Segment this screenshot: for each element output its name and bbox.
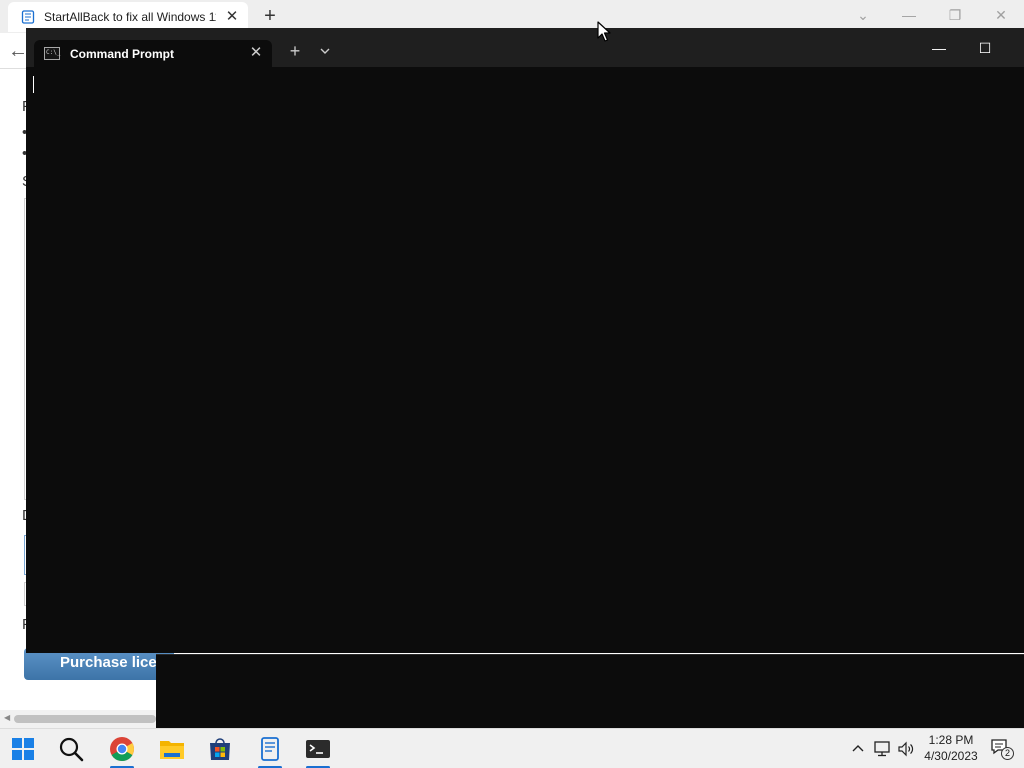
terminal-window: C:\_ Command Prompt ✕ + — ☐ bbox=[26, 28, 1024, 653]
taskbar-store[interactable] bbox=[200, 729, 240, 768]
taskbar: 1:28 PM 4/30/2023 2 bbox=[0, 728, 1024, 768]
scrollbar-thumb[interactable] bbox=[14, 715, 156, 723]
start-icon bbox=[12, 738, 34, 760]
browser-tab-list-button[interactable]: ⌄ bbox=[848, 5, 878, 25]
search-button[interactable] bbox=[51, 729, 91, 768]
command-prompt-icon-text: C:\_ bbox=[46, 49, 61, 56]
terminal-tab[interactable]: C:\_ Command Prompt ✕ bbox=[34, 40, 272, 67]
terminal-new-tab-button[interactable]: + bbox=[284, 40, 306, 62]
notification-center-button[interactable]: 2 bbox=[990, 738, 1016, 760]
taskbar-browser[interactable] bbox=[250, 729, 290, 768]
file-explorer-icon bbox=[160, 741, 184, 759]
browser-reader-icon bbox=[261, 737, 279, 761]
terminal-tab-title: Command Prompt bbox=[70, 47, 175, 61]
clock-date: 4/30/2023 bbox=[924, 749, 978, 763]
chevron-up-icon bbox=[852, 745, 864, 752]
horizontal-scrollbar[interactable]: ◀ bbox=[0, 710, 160, 728]
terminal-profile-dropdown[interactable] bbox=[314, 40, 336, 62]
notification-count-badge: 2 bbox=[1001, 747, 1014, 760]
start-button[interactable] bbox=[3, 729, 43, 768]
network-icon bbox=[874, 741, 890, 757]
scroll-left-icon[interactable]: ◀ bbox=[4, 713, 10, 722]
browser-tab-title: StartAllBack to fix all Windows 11 bbox=[44, 10, 216, 24]
taskbar-terminal[interactable] bbox=[298, 729, 338, 768]
chrome-icon bbox=[110, 737, 134, 762]
text-cursor bbox=[33, 76, 34, 93]
chevron-down-icon bbox=[320, 48, 330, 54]
taskbar-file-explorer[interactable] bbox=[152, 729, 192, 768]
terminal-tab-close-button[interactable]: ✕ bbox=[246, 43, 266, 63]
taskbar-chrome[interactable] bbox=[102, 729, 142, 768]
terminal-title-bar[interactable]: C:\_ Command Prompt ✕ + — ☐ bbox=[26, 28, 1024, 67]
browser-new-tab-button[interactable]: + bbox=[258, 5, 282, 27]
page-icon bbox=[21, 10, 35, 24]
command-prompt-icon: C:\_ bbox=[44, 47, 60, 60]
show-hidden-icons-button[interactable] bbox=[848, 739, 868, 759]
store-icon bbox=[210, 738, 230, 760]
terminal-console[interactable] bbox=[26, 67, 1024, 653]
browser-restore-button[interactable]: ❐ bbox=[940, 5, 970, 25]
clock-time: 1:28 PM bbox=[928, 733, 974, 747]
clock[interactable]: 1:28 PM 4/30/2023 bbox=[920, 732, 982, 764]
volume-icon bbox=[898, 741, 914, 757]
volume-button[interactable] bbox=[896, 739, 916, 759]
terminal-icon bbox=[306, 740, 330, 758]
search-icon bbox=[59, 737, 84, 762]
terminal-maximize-button[interactable]: ☐ bbox=[970, 38, 1000, 58]
mouse-pointer-icon bbox=[597, 21, 611, 42]
browser-tab-close-button[interactable]: ✕ bbox=[222, 7, 242, 27]
browser-close-button[interactable]: ✕ bbox=[986, 5, 1016, 25]
terminal-shadow-pane bbox=[156, 654, 1024, 728]
browser-minimize-button[interactable]: — bbox=[894, 5, 924, 25]
terminal-minimize-button[interactable]: — bbox=[924, 38, 954, 58]
network-button[interactable] bbox=[872, 739, 892, 759]
